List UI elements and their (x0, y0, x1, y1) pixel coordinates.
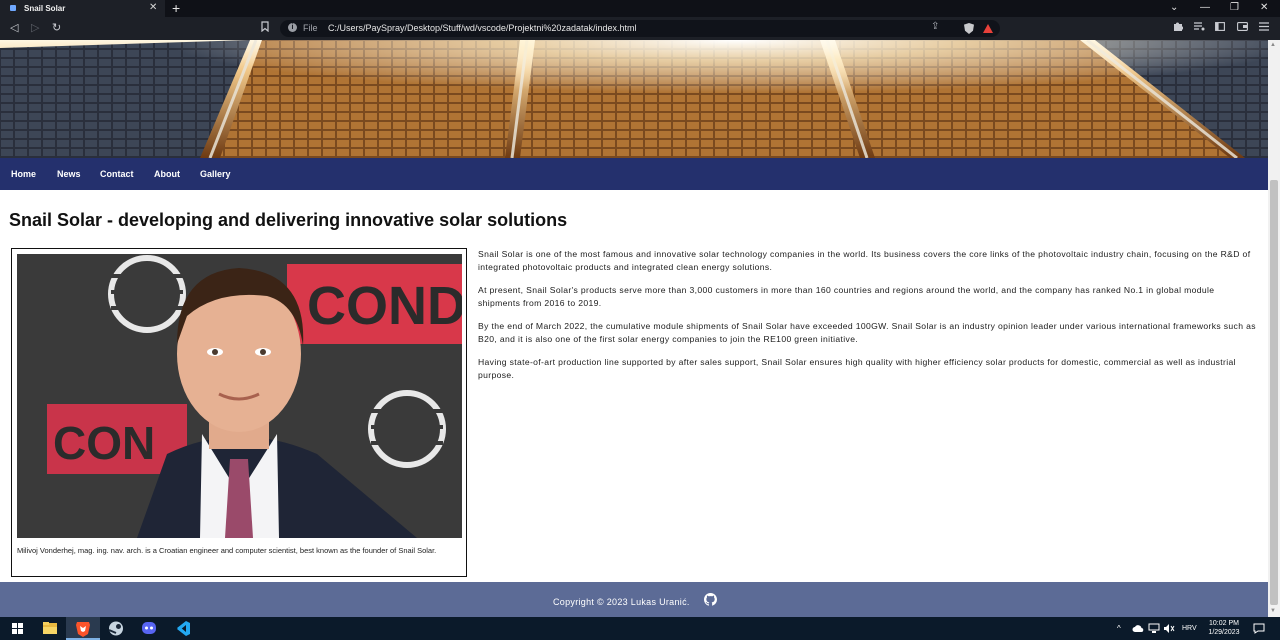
nav-about[interactable]: About (154, 168, 180, 180)
figure-caption: Milivoj Vonderhej, mag. ing. nav. arch. … (17, 546, 437, 555)
sidebar-icon[interactable] (1215, 21, 1225, 35)
brave-rewards-icon[interactable] (983, 24, 993, 33)
steam-icon[interactable] (99, 617, 133, 640)
close-tab-button[interactable]: ✕ (149, 1, 157, 15)
notifications-icon[interactable] (1253, 623, 1265, 634)
hero-banner-solar-panels (0, 40, 1268, 158)
address-url[interactable]: C:/Users/PaySpray/Desktop/Stuff/wd/vscod… (328, 22, 636, 35)
page-title: Snail Solar - developing and delivering … (9, 210, 568, 230)
site-info-icon[interactable]: i (288, 23, 297, 32)
playlist-icon[interactable] (1194, 21, 1205, 35)
tab-search-button[interactable]: ⌄ (1170, 1, 1178, 15)
browser-tab[interactable]: Snail Solar ✕ (0, 0, 165, 17)
file-explorer-icon[interactable] (33, 617, 67, 640)
paragraph: Having state-of-art production line supp… (478, 357, 1236, 380)
clock-date: 1/29/2023 (1208, 629, 1240, 636)
back-button[interactable]: ◁ (10, 21, 18, 35)
scroll-down-icon[interactable]: ▼ (1270, 608, 1276, 614)
clock-time: 10:02 PM (1209, 620, 1239, 627)
main-navbar: Home News Contact About Gallery (0, 158, 1268, 190)
founder-figure: CONDO CON (11, 248, 467, 577)
language-indicator[interactable]: HRV (1182, 624, 1197, 633)
nav-gallery[interactable]: Gallery (200, 168, 231, 180)
windows-taskbar: ^ HRV 10:02 PM 1/29/2023 (0, 617, 1280, 640)
tray-overflow-icon[interactable]: ^ (1117, 624, 1121, 633)
browser-toolbar: ◁ ▷ ↻ i File C:/Users/PaySpray/Desktop/S… (0, 17, 1280, 40)
founder-photo: CONDO CON (17, 254, 462, 538)
volume-icon[interactable] (1163, 623, 1175, 634)
paragraph: At present, Snail Solar's products serve… (478, 285, 1215, 308)
web-page: Home News Contact About Gallery Snail So… (0, 40, 1268, 617)
minimize-button[interactable]: — (1200, 1, 1210, 15)
forward-button[interactable]: ▷ (31, 21, 39, 35)
new-tab-button[interactable]: + (172, 0, 180, 17)
nav-home[interactable]: Home (11, 168, 36, 180)
scroll-up-icon[interactable]: ▲ (1270, 42, 1276, 48)
start-button[interactable] (0, 617, 34, 640)
wallet-icon[interactable] (1237, 21, 1248, 35)
svg-text:CONDO: CONDO (307, 276, 462, 336)
brave-browser-icon[interactable] (66, 617, 100, 640)
extensions-icon[interactable] (1173, 21, 1184, 35)
clock[interactable]: 10:02 PM 1/29/2023 (1202, 619, 1246, 637)
address-scheme-label: File (303, 23, 318, 33)
paragraph: By the end of March 2022, the cumulative… (478, 321, 1256, 344)
paragraph: Snail Solar is one of the most famous an… (478, 249, 1251, 272)
reload-button[interactable]: ↻ (52, 21, 61, 35)
nav-contact[interactable]: Contact (100, 168, 134, 180)
page-footer: Copyright © 2023 Lukas Uranić. (0, 582, 1268, 617)
restore-button[interactable]: ❐ (1230, 1, 1239, 15)
about-text: Snail Solar is one of the most famous an… (478, 248, 1258, 392)
bookmark-icon[interactable] (261, 21, 269, 36)
address-bar[interactable]: i File C:/Users/PaySpray/Desktop/Stuff/w… (280, 20, 1000, 37)
share-icon[interactable]: ⇪ (931, 21, 939, 32)
svg-text:CON: CON (53, 417, 155, 469)
page-scrollbar[interactable]: ▲ ▼ (1268, 40, 1280, 617)
close-window-button[interactable]: ✕ (1260, 1, 1268, 15)
copyright-text: Copyright © 2023 Lukas Uranić. (553, 597, 690, 607)
discord-icon[interactable] (132, 617, 166, 640)
browser-tab-strip: Snail Solar ✕ + ⌄ — ❐ ✕ (0, 0, 1280, 17)
vscode-icon[interactable] (165, 617, 199, 640)
github-icon[interactable] (704, 593, 717, 606)
network-icon[interactable] (1148, 623, 1160, 634)
nav-news[interactable]: News (57, 168, 81, 180)
favicon-icon (10, 5, 16, 11)
cloud-icon[interactable] (1132, 624, 1144, 633)
tab-title: Snail Solar (24, 4, 66, 13)
menu-icon[interactable] (1259, 21, 1269, 35)
brave-shield-icon[interactable] (964, 23, 974, 34)
scrollbar-thumb[interactable] (1270, 180, 1278, 605)
windows-logo-icon (12, 623, 23, 634)
